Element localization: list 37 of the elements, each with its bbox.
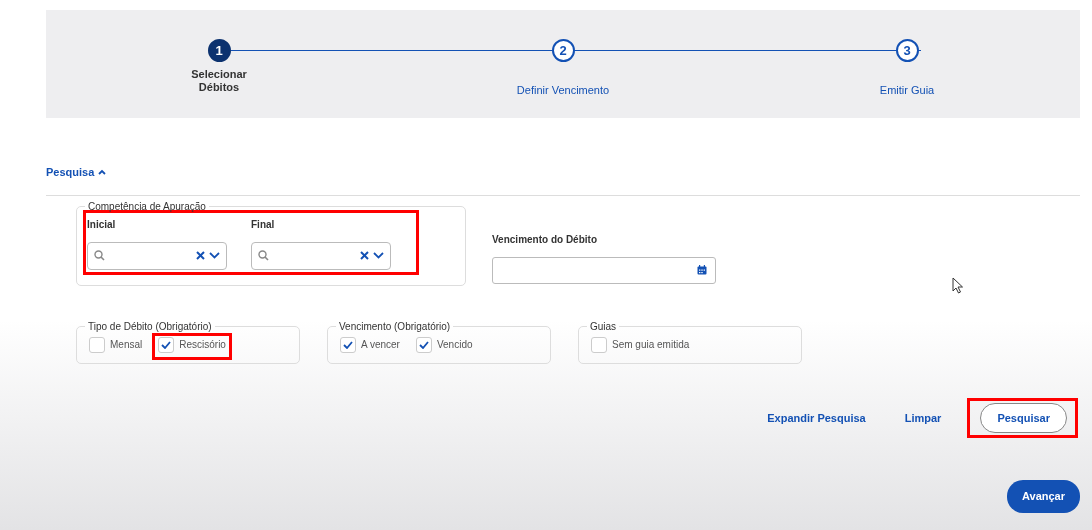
checkbox[interactable]: Rescisório bbox=[155, 335, 229, 354]
search-icon bbox=[94, 250, 105, 261]
cursor-icon bbox=[952, 276, 964, 294]
field-label: Inicial bbox=[87, 217, 117, 232]
group-legend: Tipo de Débito (Obrigatório) bbox=[85, 321, 215, 332]
search-toggle[interactable]: Pesquisa bbox=[46, 164, 107, 181]
select-field[interactable] bbox=[87, 241, 227, 270]
select-field[interactable] bbox=[251, 241, 391, 270]
checkbox[interactable]: Mensal bbox=[86, 335, 146, 354]
step-number[interactable]: 1 bbox=[207, 39, 231, 62]
chevron-down-icon[interactable] bbox=[373, 252, 384, 259]
check-icon bbox=[343, 340, 353, 349]
link-button[interactable]: Expandir Pesquisa bbox=[767, 409, 866, 426]
search-icon bbox=[258, 250, 269, 261]
step-label: Emitir Guia bbox=[879, 83, 935, 98]
group-legend: Guias bbox=[587, 321, 620, 332]
chevron-down-icon[interactable] bbox=[209, 252, 220, 259]
step-number[interactable]: 3 bbox=[895, 39, 919, 62]
clear-icon[interactable] bbox=[360, 251, 369, 260]
step-label: Definir Vencimento bbox=[516, 83, 610, 98]
next-button[interactable]: Avançar bbox=[1007, 480, 1080, 513]
search-button[interactable]: Pesquisar bbox=[980, 402, 1067, 433]
step-number[interactable]: 2 bbox=[551, 39, 575, 62]
check-icon bbox=[418, 340, 429, 349]
step-label: Selecionar Débitos bbox=[190, 68, 248, 95]
date-field[interactable] bbox=[492, 256, 716, 284]
group-legend: Competência de Apuração bbox=[85, 201, 209, 212]
clear-icon[interactable] bbox=[196, 251, 205, 260]
checkbox[interactable]: A vencer bbox=[337, 335, 403, 354]
link-button[interactable]: Limpar bbox=[904, 409, 942, 426]
checkbox[interactable]: Sem guia emitida bbox=[588, 335, 693, 354]
field-label: Final bbox=[251, 217, 276, 232]
checkbox[interactable]: Vencido bbox=[412, 335, 476, 354]
field-label: Vencimento do Débito bbox=[492, 232, 598, 247]
calendar-icon bbox=[697, 265, 707, 275]
check-icon bbox=[161, 340, 172, 349]
group-legend: Vencimento (Obrigatório) bbox=[336, 321, 454, 332]
